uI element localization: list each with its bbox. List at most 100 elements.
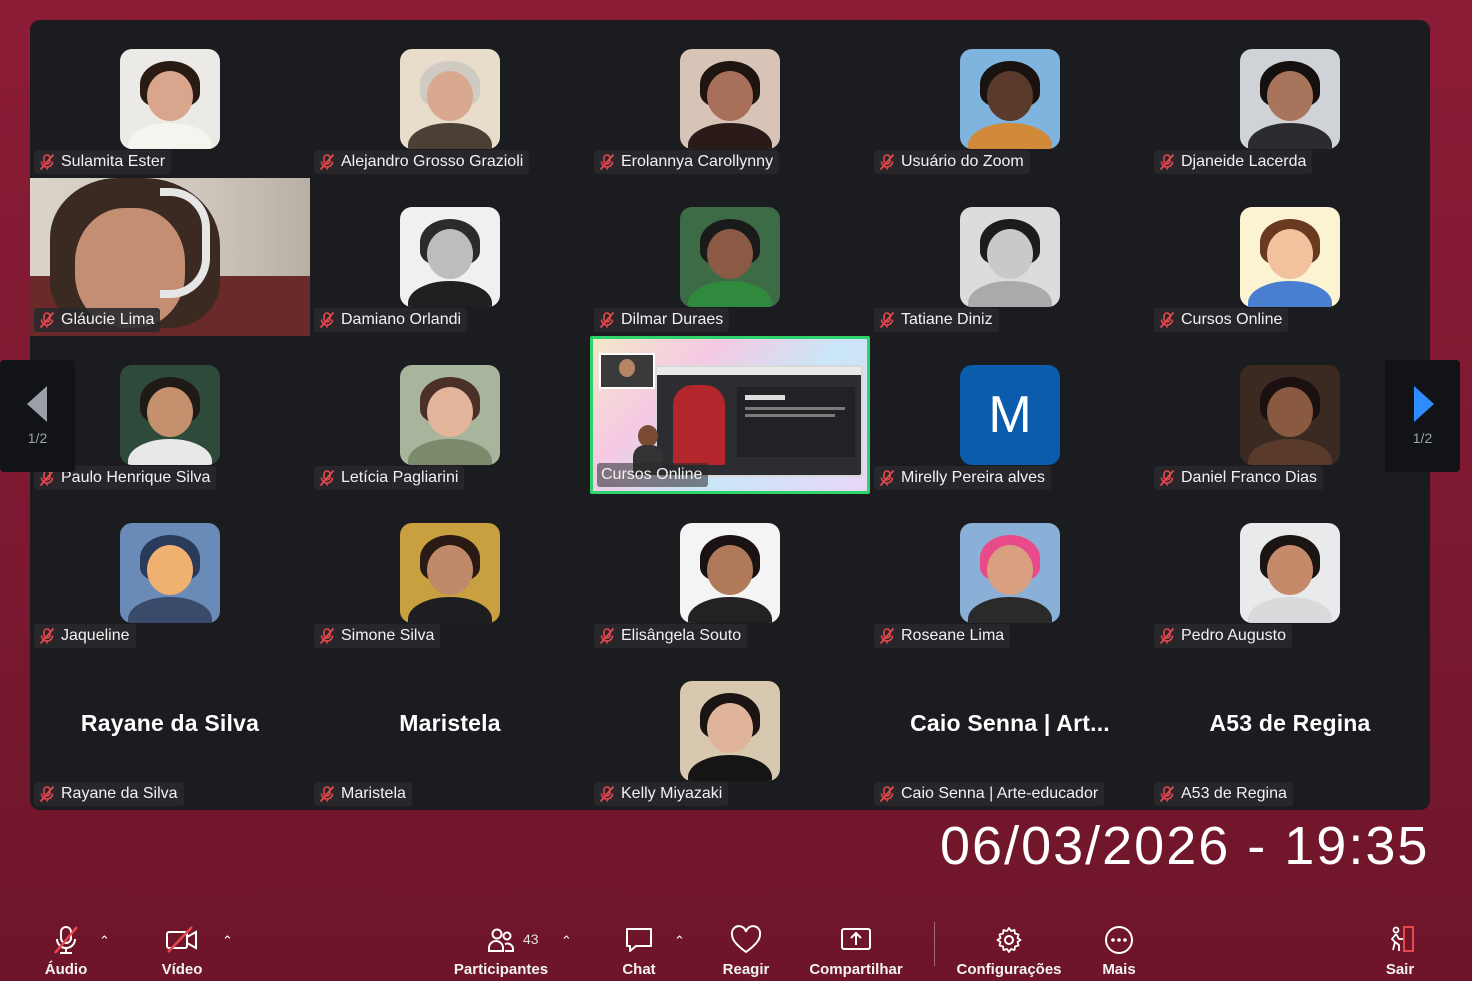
participant-tile[interactable]: Rayane da Silva Rayane da Silva [30, 652, 310, 810]
avatar [1240, 523, 1340, 623]
participant-name: Alejandro Grosso Grazioli [341, 153, 524, 170]
audio-label: Áudio [44, 961, 88, 978]
mic-muted-icon [879, 785, 895, 803]
participants-label: Participantes [453, 961, 549, 978]
participant-name: Cursos Online [601, 466, 703, 483]
participant-nameplate: Usuário do Zoom [874, 150, 1030, 174]
participant-tile[interactable]: Letícia Pagliarini [310, 336, 590, 494]
mic-muted-icon [39, 627, 55, 645]
participant-name: Letícia Pagliarini [341, 469, 459, 486]
react-label: Reagir [722, 961, 770, 978]
participant-name: A53 de Regina [1181, 785, 1287, 802]
participant-nameplate: A53 de Regina [1154, 782, 1293, 806]
react-button[interactable]: Reagir [720, 915, 772, 981]
participant-name: Usuário do Zoom [901, 153, 1024, 170]
share-label: Compartilhar [809, 961, 903, 978]
participant-tile[interactable]: Kelly Miyazaki [590, 652, 870, 810]
avatar [680, 207, 780, 307]
participant-name: Tatiane Diniz [901, 311, 993, 328]
participant-tile[interactable]: Tatiane Diniz [870, 178, 1150, 336]
participant-tile[interactable]: Damiano Orlandi [310, 178, 590, 336]
participant-tile[interactable]: M Mirelly Pereira alves [870, 336, 1150, 494]
participant-tile[interactable]: Sulamita Ester [30, 20, 310, 178]
participant-tile[interactable]: Alejandro Grosso Grazioli [310, 20, 590, 178]
share-screen-icon [841, 928, 871, 950]
participant-name: Damiano Orlandi [341, 311, 462, 328]
participant-nameplate: Tatiane Diniz [874, 308, 999, 332]
participant-display-name: A53 de Regina [1209, 710, 1371, 736]
active-screen-share-tile[interactable]: Cursos Online [590, 336, 870, 494]
participant-tile[interactable]: Roseane Lima [870, 494, 1150, 652]
chat-label: Chat [622, 961, 656, 978]
participant-tile[interactable]: Elisângela Souto [590, 494, 870, 652]
exit-icon [1391, 926, 1414, 952]
participant-name: Kelly Miyazaki [621, 785, 723, 802]
participant-display-name: Maristela [399, 710, 501, 736]
previous-page-button[interactable]: 1/2 [0, 360, 75, 472]
chat-options-caret[interactable]: ⌃ [674, 933, 685, 949]
participant-tile[interactable]: Djaneide Lacerda [1150, 20, 1430, 178]
video-label: Vídeo [161, 961, 203, 978]
participant-nameplate: Alejandro Grosso Grazioli [314, 150, 530, 174]
participant-tile[interactable]: Pedro Augusto [1150, 494, 1430, 652]
participants-options-caret[interactable]: ⌃ [561, 933, 572, 949]
participant-nameplate: Dilmar Duraes [594, 308, 730, 332]
mic-muted-icon [599, 627, 615, 645]
microphone-muted-icon [54, 926, 78, 954]
participant-tile[interactable]: Cursos Online [1150, 178, 1430, 336]
participant-tile[interactable]: Usuário do Zoom [870, 20, 1150, 178]
participant-nameplate: Rayane da Silva [34, 782, 184, 806]
participant-nameplate: Letícia Pagliarini [314, 466, 465, 490]
participant-video-tile[interactable]: Gláucie Lima [30, 178, 310, 336]
participant-tile[interactable]: Simone Silva [310, 494, 590, 652]
mic-muted-icon [319, 627, 335, 645]
participant-name: Rayane da Silva [61, 785, 178, 802]
avatar [400, 207, 500, 307]
chat-button[interactable]: Chat [615, 915, 663, 981]
avatar [680, 681, 780, 781]
participant-tile[interactable]: Erolannya Carollynny [590, 20, 870, 178]
mic-muted-icon [599, 153, 615, 171]
participants-count: 43 [523, 931, 539, 947]
avatar [1240, 207, 1340, 307]
video-button[interactable]: Vídeo [158, 915, 206, 981]
avatar [680, 523, 780, 623]
participant-tile[interactable]: Caio Senna | Art... Caio Senna | Arte-edu… [870, 652, 1150, 810]
participant-name: Sulamita Ester [61, 153, 166, 170]
share-screen-button[interactable]: Compartilhar [808, 915, 904, 981]
leave-button[interactable]: Sair [1380, 915, 1420, 981]
participants-button[interactable]: Participantes [453, 915, 549, 981]
settings-button[interactable]: Configurações [957, 915, 1062, 981]
mic-muted-icon [1159, 153, 1175, 171]
chat-icon [626, 928, 652, 952]
participant-tile[interactable]: Jaqueline [30, 494, 310, 652]
mic-muted-icon [319, 785, 335, 803]
next-page-button[interactable]: 1/2 [1385, 360, 1460, 472]
participant-nameplate: Pedro Augusto [1154, 624, 1292, 648]
video-options-caret[interactable]: ⌃ [222, 933, 233, 949]
gear-icon [996, 927, 1022, 953]
meeting-toolbar: Áudio ⌃ Vídeo ⌃ Participantes 43 ⌃ Chat … [0, 915, 1472, 981]
mic-muted-icon [1159, 785, 1175, 803]
participant-display-name: Rayane da Silva [80, 710, 260, 736]
mic-muted-icon [879, 311, 895, 329]
participant-name: Elisângela Souto [621, 627, 742, 644]
participant-name: Gláucie Lima [61, 311, 155, 328]
audio-options-caret[interactable]: ⌃ [99, 933, 110, 949]
participant-tile[interactable]: A53 de Regina A53 de Regina [1150, 652, 1430, 810]
participant-name: Paulo Henrique Silva [61, 469, 211, 486]
audio-button[interactable]: Áudio [42, 915, 90, 981]
chevron-right-icon [1413, 386, 1434, 422]
avatar [400, 365, 500, 465]
mic-muted-icon [599, 785, 615, 803]
participant-tile[interactable]: Maristela Maristela [310, 652, 590, 810]
chevron-left-icon [26, 386, 47, 422]
participant-tile[interactable]: Dilmar Duraes [590, 178, 870, 336]
participant-nameplate: Cursos Online [1154, 308, 1289, 332]
more-button[interactable]: Mais [1098, 915, 1140, 981]
avatar [680, 49, 780, 149]
mic-muted-icon [879, 627, 895, 645]
participant-name: Caio Senna | Arte-educador [901, 785, 1099, 802]
participant-nameplate: Maristela [314, 782, 412, 806]
page-indicator-left: 1/2 [27, 430, 48, 446]
